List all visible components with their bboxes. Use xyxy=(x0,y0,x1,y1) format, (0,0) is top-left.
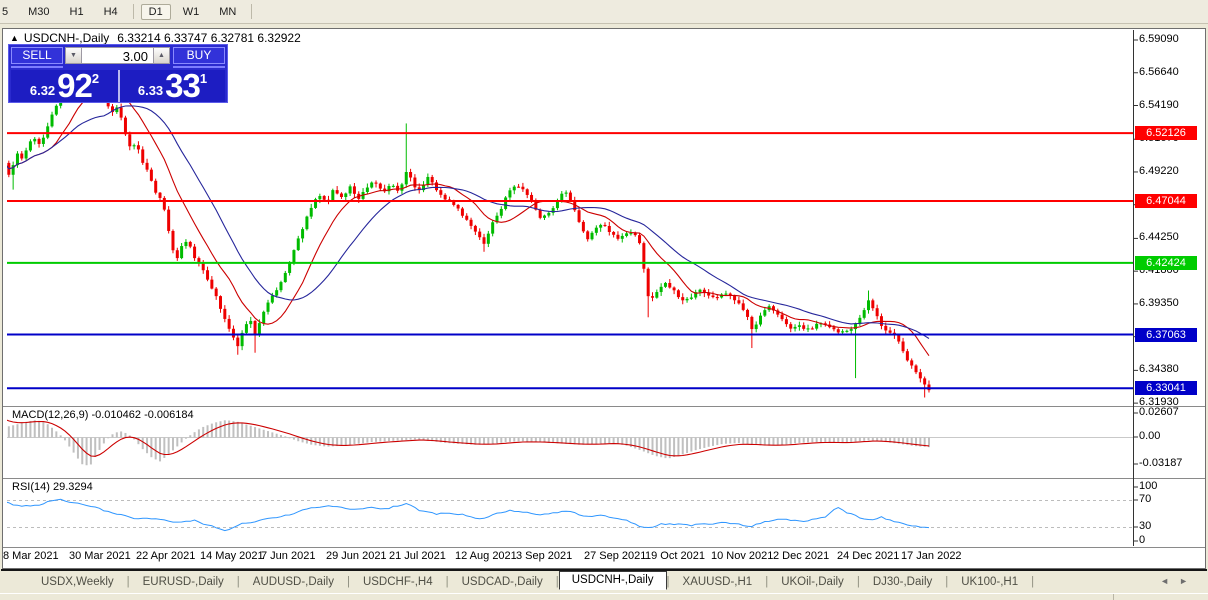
mt4-application: 5 M30 H1 H4 D1 W1 MN ▲ USDCNH-,Daily 6.33214 6.3… xyxy=(0,0,1208,600)
date-tick-label: 30 Mar 2021 xyxy=(69,550,131,562)
buy-price-big: 33 xyxy=(165,67,201,104)
chart-tab-ukoil-daily[interactable]: UKOil-,Daily xyxy=(768,576,857,588)
price-line-label: 6.42424 xyxy=(1135,255,1197,270)
price-line-label: 6.52126 xyxy=(1135,126,1197,141)
rsi-tick-label: 30 xyxy=(1139,520,1152,532)
price-tick-label: 6.34380 xyxy=(1139,363,1179,376)
macd-histogram xyxy=(7,420,930,466)
date-tick-label: 24 Dec 2021 xyxy=(837,550,900,562)
sell-price-sup: 2 xyxy=(91,71,100,86)
chart-tab-uk100-h1[interactable]: UK100-,H1 xyxy=(948,576,1031,588)
chart-tab-usdcnh-daily[interactable]: USDCNH-,Daily xyxy=(558,570,667,590)
date-tick-label: 29 Jun 2021 xyxy=(326,550,387,562)
rsi-tick-label: 70 xyxy=(1139,493,1152,505)
chart-symbol-label: USDCNH-,Daily xyxy=(23,31,110,45)
date-tick-label: 14 May 2021 xyxy=(200,550,264,562)
price-tick-label: 6.44250 xyxy=(1139,231,1179,244)
chart-tab-audusd-daily[interactable]: AUDUSD-,Daily xyxy=(240,576,347,588)
date-tick-label: 10 Nov 2021 xyxy=(711,550,774,562)
buy-price-sup: 1 xyxy=(199,71,208,86)
chart-tab-usdx-weekly[interactable]: USDX,Weekly xyxy=(28,576,127,588)
ma-slow-line xyxy=(7,105,930,339)
status-strip xyxy=(0,593,1208,600)
sell-underline xyxy=(11,66,63,68)
rsi-tick-label: 100 xyxy=(1139,480,1158,492)
chart-tab-bar: USDX,Weekly | EURUSD-,Daily | AUDUSD-,Daily |… xyxy=(0,570,1208,593)
price-line-label: 6.37063 xyxy=(1135,327,1197,342)
chart-tab-eurusd-daily[interactable]: EURUSD-,Daily xyxy=(130,576,237,588)
sell-price-base: 6.32 xyxy=(29,83,56,98)
macd-tick-label: -0.03187 xyxy=(1139,457,1183,469)
one-click-trade-panel: SELL ▼ 3.00 ▲ BUY 6.32 92 2 6.33 33 1 xyxy=(8,44,228,103)
chart-tab-dj30-daily[interactable]: DJ30-,Daily xyxy=(860,576,945,588)
date-tick-label: 2 Dec 2021 xyxy=(773,550,830,562)
date-tick-label: 7 Jun 2021 xyxy=(261,550,316,562)
buy-button[interactable]: BUY xyxy=(173,47,225,64)
status-strip-separator xyxy=(1113,594,1114,600)
price-tick-label: 6.39350 xyxy=(1139,296,1179,309)
price-line-label: 6.47044 xyxy=(1135,194,1197,209)
ohlc-quotes-label: 6.33214 6.33747 6.32781 6.32922 xyxy=(117,31,301,45)
date-tick-label: 22 Apr 2021 xyxy=(136,550,196,562)
chart-title: ▲ USDCNH-,Daily 6.33214 6.33747 6.32781 6.… xyxy=(10,31,301,45)
macd-tick-label: 0.00 xyxy=(1139,430,1161,442)
chart-tab-usdchf-h4[interactable]: USDCHF-,H4 xyxy=(350,576,446,588)
rsi-indicator-label: RSI(14) 29.3294 xyxy=(12,481,93,493)
buy-price[interactable]: 6.33 33 1 xyxy=(120,67,225,104)
sell-price-big: 92 xyxy=(57,67,93,104)
price-line-label: 6.33041 xyxy=(1135,381,1197,396)
price-tick-label: 6.59090 xyxy=(1139,33,1179,45)
date-tick-label: 17 Jan 2022 xyxy=(901,550,962,562)
price-tick-label: 6.49220 xyxy=(1139,164,1179,177)
sell-price[interactable]: 6.32 92 2 xyxy=(11,67,118,104)
price-tick-label: 6.54190 xyxy=(1139,98,1179,111)
date-tick-label: 27 Sep 2021 xyxy=(584,550,647,562)
tab-scroll-arrows: ◄► xyxy=(1160,576,1198,586)
volume-decrease-button[interactable]: ▼ xyxy=(65,47,82,64)
volume-increase-button[interactable]: ▲ xyxy=(153,47,170,64)
price-tick-label: 6.56640 xyxy=(1139,65,1179,78)
rsi-tick-label: 0 xyxy=(1139,534,1146,546)
chart-tab-usdcad-daily[interactable]: USDCAD-,Daily xyxy=(449,576,556,588)
tab-scroll-left-icon[interactable]: ◄ xyxy=(1160,576,1179,586)
candlesticks xyxy=(7,57,931,398)
collapse-panel-icon[interactable]: ▲ xyxy=(10,33,19,43)
date-tick-label: 8 Mar 2021 xyxy=(3,550,59,562)
date-tick-label: 12 Aug 2021 xyxy=(455,550,517,562)
window-border xyxy=(2,28,1206,569)
tab-scroll-right-icon[interactable]: ► xyxy=(1179,576,1198,586)
rsi-line xyxy=(7,498,930,532)
macd-tick-label: 0.02607 xyxy=(1139,406,1179,418)
volume-input[interactable]: 3.00 xyxy=(81,47,154,64)
date-tick-label: 21 Jul 2021 xyxy=(389,550,446,562)
tab-separator: | xyxy=(1031,576,1035,588)
date-tick-label: 19 Oct 2021 xyxy=(645,550,705,562)
date-tick-label: 3 Sep 2021 xyxy=(516,550,573,562)
macd-indicator-label: MACD(12,26,9) -0.010462 -0.006184 xyxy=(12,409,194,421)
chart-tab-xauusd-h1[interactable]: XAUUSD-,H1 xyxy=(670,576,766,588)
sell-button[interactable]: SELL xyxy=(11,47,63,64)
buy-price-base: 6.33 xyxy=(137,83,164,98)
